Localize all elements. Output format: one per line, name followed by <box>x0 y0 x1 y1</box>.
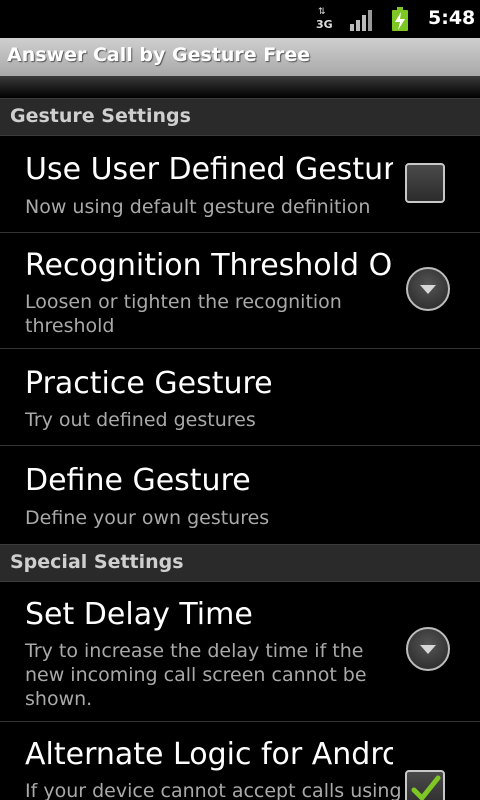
use-user-defined-gestures-checkbox[interactable] <box>405 163 445 203</box>
signal-strength-icon <box>350 9 376 31</box>
pref-practice-gesture[interactable]: Practice Gesture Try out defined gesture… <box>0 349 480 446</box>
section-header-label: Special Settings <box>10 551 184 573</box>
scroll-fade <box>0 76 480 98</box>
pref-title: Use User Defined Gestures <box>25 152 393 187</box>
pref-alternate-logic[interactable]: Alternate Logic for Android If your devi… <box>0 722 480 800</box>
pref-title: Practice Gesture <box>25 366 273 401</box>
pref-summary: Loosen or tighten the recognition thresh… <box>25 291 342 337</box>
pref-title: Set Delay Time <box>25 597 253 632</box>
title-bar: Answer Call by Gesture Free <box>0 38 480 76</box>
pref-title: Define Gesture <box>25 463 251 498</box>
section-header-label: Gesture Settings <box>10 105 191 127</box>
pref-use-user-defined-gestures[interactable]: Use User Defined Gestures Now using defa… <box>0 135 480 233</box>
status-bar: ⇅ 3G 5:48 <box>0 0 480 38</box>
network-type: 3G <box>316 18 333 31</box>
pref-summary: Now using default gesture definition <box>25 196 371 218</box>
recognition-threshold-dropdown-icon[interactable] <box>406 267 450 311</box>
pref-summary: Try to increase the delay time if the ne… <box>25 640 367 710</box>
pref-summary: If your device cannot accept calls using <box>25 780 402 800</box>
check-icon <box>411 775 441 800</box>
pref-set-delay-time[interactable]: Set Delay Time Try to increase the delay… <box>0 581 480 722</box>
pref-summary: Try out defined gestures <box>25 409 256 431</box>
app-title: Answer Call by Gesture Free <box>7 44 311 66</box>
alternate-logic-checkbox[interactable] <box>405 770 445 800</box>
network-3g-icon: ⇅ 3G <box>316 7 333 32</box>
delay-time-dropdown-icon[interactable] <box>406 627 450 671</box>
clock: 5:48 <box>428 7 476 29</box>
pref-recognition-threshold[interactable]: Recognition Threshold Offset Loosen or t… <box>0 233 480 349</box>
section-header-special-settings: Special Settings <box>0 544 480 582</box>
pref-title: Recognition Threshold Offset <box>25 248 393 283</box>
pref-define-gesture[interactable]: Define Gesture Define your own gestures <box>0 446 480 544</box>
pref-title: Alternate Logic for Android <box>25 737 393 772</box>
pref-summary: Define your own gestures <box>25 507 270 529</box>
section-header-gesture-settings: Gesture Settings <box>0 98 480 136</box>
battery-charging-icon <box>392 7 408 31</box>
